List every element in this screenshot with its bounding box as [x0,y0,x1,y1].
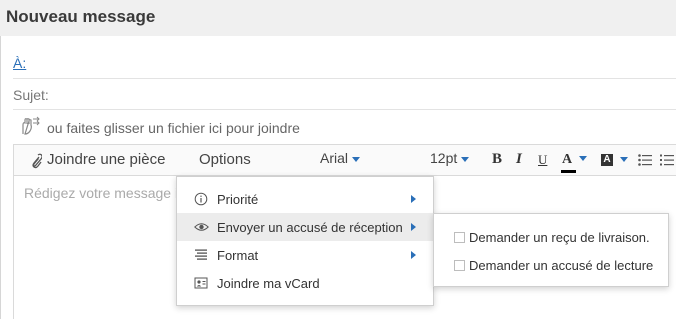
highlight-color-button[interactable]: A [601,151,629,169]
align-lines-icon [195,249,207,260]
eye-icon [194,223,209,231]
menu-item-priority[interactable]: Priorité [177,185,433,213]
chevron-right-icon [411,223,416,231]
menu-item-label: Envoyer un accusé de réception [217,220,403,235]
window-title: Nouveau message [6,7,156,26]
subject-label: Sujet: [13,87,49,103]
read-receipt-checkbox[interactable] [454,260,465,271]
subject-field-row[interactable]: Sujet: [13,79,676,110]
chevron-down-icon [578,156,587,162]
drag-hand-icon [22,116,40,135]
attach-file-button[interactable]: Joindre une pièce [47,151,165,168]
paperclip-icon [32,153,42,169]
window-titlebar: Nouveau message [0,0,676,36]
options-dropdown-menu: Priorité Envoyer un accusé de réception … [176,176,434,306]
drop-hint-text: ou faites glisser un fichier ici pour jo… [47,120,300,136]
menu-item-attach-vcard[interactable]: Joindre ma vCard [177,269,433,297]
italic-button[interactable]: I [516,151,522,168]
editor-placeholder: Rédigez votre message i [24,185,179,201]
submenu-item-label: Demander un accusé de lecture [469,258,654,273]
editor-toolbar: Joindre une pièce Options Arial 12pt B I… [13,144,676,176]
font-family-value: Arial [320,150,349,166]
font-color-icon: A [562,152,573,167]
menu-item-read-receipt[interactable]: Envoyer un accusé de réception [177,213,433,241]
delivery-receipt-checkbox[interactable] [454,232,465,243]
menu-item-label: Joindre ma vCard [217,276,320,291]
to-recipients-link[interactable]: À: [13,55,26,71]
font-family-select[interactable]: Arial [320,150,361,166]
menu-item-label: Priorité [217,192,259,207]
chevron-down-icon [352,156,361,162]
font-color-swatch [561,170,576,173]
numbered-list-icon[interactable] [660,154,674,166]
bold-button[interactable]: B [492,151,502,168]
chevron-right-icon [411,195,416,203]
bullet-list-icon[interactable] [638,154,652,166]
chevron-down-icon [461,156,470,162]
read-receipt-submenu: Demander un reçu de livraison. Demander … [433,213,669,287]
options-menu-button[interactable]: Options [199,151,251,168]
submenu-item-read-receipt[interactable]: Demander un accusé de lecture [434,251,668,279]
submenu-item-delivery-receipt[interactable]: Demander un reçu de livraison. [434,223,668,251]
menu-item-label: Format [217,248,259,263]
menu-item-format[interactable]: Format [177,241,433,269]
to-field-row[interactable]: À: [13,36,676,79]
font-size-select[interactable]: 12pt [430,150,470,166]
vcard-icon [194,277,208,289]
font-color-button[interactable]: A [561,150,587,173]
underline-button[interactable]: U [538,152,547,168]
chevron-right-icon [411,251,416,259]
info-circle-icon [194,192,208,206]
chevron-down-icon [620,157,629,163]
font-size-value: 12pt [430,150,458,166]
highlight-icon: A [601,153,613,166]
submenu-item-label: Demander un reçu de livraison. [469,230,650,245]
